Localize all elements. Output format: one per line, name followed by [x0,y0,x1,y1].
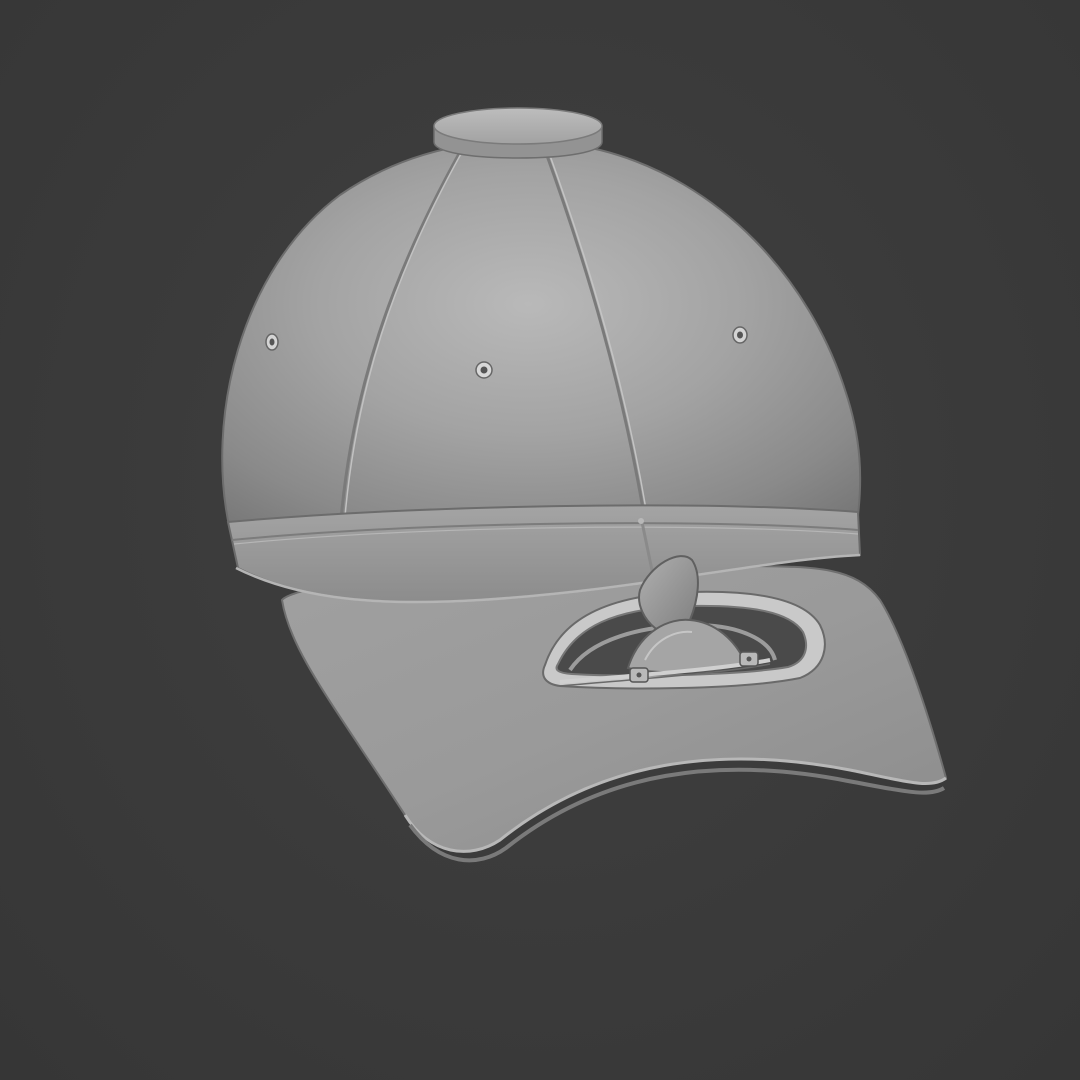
eyelet-left [265,333,279,351]
hinge-clip-left [629,667,649,683]
eyelet-right [732,326,748,344]
3d-viewport[interactable] [0,0,1080,1080]
crown [221,139,862,566]
hinge-clip-right [739,651,759,667]
eyelet-center [475,361,493,379]
top-button [433,107,603,159]
cap-model [221,107,948,863]
